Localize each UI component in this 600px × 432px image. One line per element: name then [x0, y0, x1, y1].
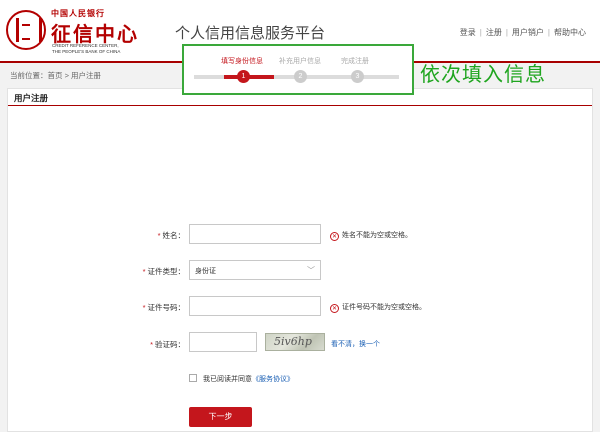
account-cancel-link[interactable]: 用户销户: [512, 28, 544, 37]
top-nav: 登录 | 注册 | 用户销户 | 帮助中心: [460, 27, 586, 38]
nav-separator: |: [479, 28, 482, 37]
error-icon: ✕: [330, 304, 339, 313]
idnum-error: ✕ 证件号码不能为空或空格。: [330, 302, 426, 313]
name-error: ✕ 姓名不能为空或空格。: [330, 230, 412, 241]
captcha-label: * 验证码：: [105, 339, 185, 350]
idnum-input[interactable]: [189, 296, 321, 316]
login-link[interactable]: 登录: [460, 28, 476, 37]
register-link[interactable]: 注册: [486, 28, 502, 37]
panel-title: 用户注册: [14, 93, 49, 103]
idtype-select[interactable]: 身份证 ﹀: [189, 260, 321, 280]
fill-in-order-annotation: 依次填入信息: [420, 64, 546, 86]
required-mark: *: [142, 303, 146, 312]
captcha-input[interactable]: [189, 332, 257, 352]
nav-separator: |: [547, 28, 550, 37]
name-label: * 姓名：: [105, 230, 185, 241]
required-mark: *: [157, 231, 161, 240]
agreement-text: 我已阅读并同意: [203, 376, 252, 383]
idtype-selected-value: 身份证: [195, 268, 216, 275]
help-center-link[interactable]: 帮助中心: [554, 28, 586, 37]
step-line-3: [339, 75, 399, 79]
seal-icon: [6, 10, 46, 50]
agreement-row: 我已阅读并同意《服务协议》: [189, 374, 294, 384]
credit-center-logo[interactable]: 中国人民银行 征信中心 CREDIT REFERENCE CENTER, THE…: [6, 8, 171, 54]
nav-separator: |: [505, 28, 508, 37]
idnum-label-text: 证件号码：: [147, 303, 186, 312]
idtype-label-text: 证件类型：: [147, 267, 186, 276]
registration-steps: 填写身份信息 补充用户信息 完成注册 1 2 3: [182, 44, 414, 95]
logo-sub-text-1: CREDIT REFERENCE CENTER,: [52, 43, 119, 48]
chevron-down-icon: ﹀: [307, 266, 315, 275]
next-step-button[interactable]: 下一步: [189, 407, 252, 427]
idnum-label: * 证件号码：: [105, 302, 185, 313]
step-label-2: 补充用户信息: [279, 58, 321, 65]
captcha-refresh-link[interactable]: 看不清，换一个: [331, 339, 380, 349]
captcha-image[interactable]: 5iv6hp: [265, 333, 325, 351]
agreement-checkbox[interactable]: [189, 374, 197, 382]
panel-divider: [8, 105, 592, 106]
captcha-label-text: 验证码：: [155, 340, 185, 349]
step-number-3: 3: [351, 70, 364, 83]
step-label-3: 完成注册: [341, 58, 369, 65]
name-label-text: 姓名：: [162, 231, 186, 240]
required-mark: *: [142, 267, 146, 276]
step-number-1: 1: [237, 70, 250, 83]
service-agreement-link[interactable]: 《服务协议》: [252, 376, 294, 383]
idtype-label: * 证件类型：: [105, 266, 185, 277]
idnum-error-text: 证件号码不能为空或空格。: [342, 304, 426, 311]
name-input[interactable]: [189, 224, 321, 244]
platform-title: 个人信用信息服务平台: [175, 25, 326, 42]
logo-sub-text-2: THE PEOPLE'S BANK OF CHINA: [52, 49, 121, 54]
step-label-1: 填写身份信息: [221, 58, 263, 65]
name-error-text: 姓名不能为空或空格。: [342, 232, 412, 239]
required-mark: *: [150, 340, 153, 349]
step-line-lead: [194, 75, 224, 79]
error-icon: ✕: [330, 232, 339, 241]
step-number-2: 2: [294, 70, 307, 83]
